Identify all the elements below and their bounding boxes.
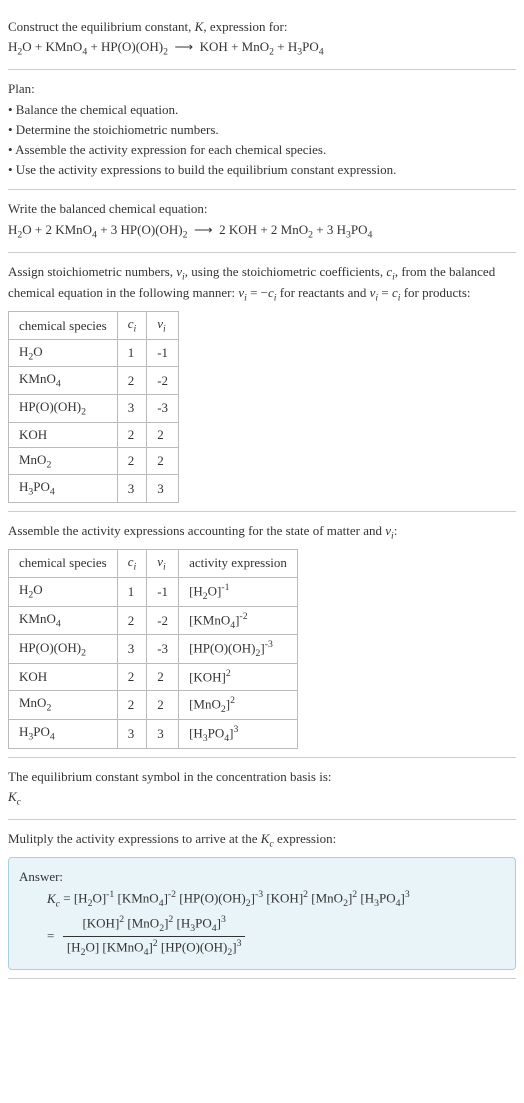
cell-activity: [HP(O)(OH)2]-3 <box>179 635 298 664</box>
plan-bullet: • Balance the chemical equation. <box>8 101 516 119</box>
table-header-row: chemical species ci νi activity expressi… <box>9 550 298 578</box>
question-title: Construct the equilibrium constant, K, e… <box>8 18 516 36</box>
cell-species: H3PO4 <box>9 475 118 503</box>
cell-ci: 2 <box>117 447 147 475</box>
stoich-table: chemical species ci νi H2O1-1 KMnO42-2 H… <box>8 311 179 503</box>
balanced-block: Write the balanced chemical equation: H2… <box>8 190 516 252</box>
cell-species: H2O <box>9 577 118 606</box>
stoich-intro: Assign stoichiometric numbers, νi, using… <box>8 263 516 305</box>
fraction: [KOH]2 [MnO2]2 [H3PO4]3 [H2O] [KMnO4]2 [… <box>63 913 246 959</box>
col-ci: ci <box>117 550 147 578</box>
table-row: HP(O)(OH)23-3 <box>9 395 179 423</box>
fraction-denominator: [H2O] [KMnO4]2 [HP(O)(OH)2]3 <box>63 937 246 960</box>
col-vi: νi <box>147 550 179 578</box>
activity-intro: Assemble the activity expressions accoun… <box>8 522 516 543</box>
cell-vi: -3 <box>147 635 179 664</box>
table-row: HP(O)(OH)23-3[HP(O)(OH)2]-3 <box>9 635 298 664</box>
cell-vi: -2 <box>147 367 179 395</box>
answer-line1: Kc = [H2O]-1 [KMnO4]-2 [HP(O)(OH)2]-3 [K… <box>47 888 505 911</box>
cell-ci: 3 <box>117 475 147 503</box>
cell-vi: -2 <box>147 606 179 635</box>
cell-activity: [MnO2]2 <box>179 690 298 719</box>
balanced-title: Write the balanced chemical equation: <box>8 200 516 218</box>
answer-label: Answer: <box>19 868 505 886</box>
plan-title: Plan: <box>8 80 516 98</box>
cell-ci: 2 <box>117 664 147 690</box>
activity-block: Assemble the activity expressions accoun… <box>8 512 516 758</box>
cell-ci: 3 <box>117 719 147 748</box>
cell-ci: 1 <box>117 339 147 367</box>
cell-activity: [H3PO4]3 <box>179 719 298 748</box>
multiply-intro: Mulitply the activity expressions to arr… <box>8 830 516 851</box>
cell-species: HP(O)(OH)2 <box>9 635 118 664</box>
cell-vi: 3 <box>147 719 179 748</box>
table-row: H2O1-1 <box>9 339 179 367</box>
table-row: H3PO433[H3PO4]3 <box>9 719 298 748</box>
cell-ci: 2 <box>117 606 147 635</box>
table-row: KOH22[KOH]2 <box>9 664 298 690</box>
cell-activity: [KMnO4]-2 <box>179 606 298 635</box>
col-species: chemical species <box>9 312 118 340</box>
cell-vi: 2 <box>147 690 179 719</box>
table-row: KOH22 <box>9 422 179 447</box>
cell-species: H3PO4 <box>9 719 118 748</box>
cell-vi: -1 <box>147 339 179 367</box>
kc-symbol: Kc <box>8 788 516 809</box>
table-row: KMnO42-2[KMnO4]-2 <box>9 606 298 635</box>
plan-bullet: • Determine the stoichiometric numbers. <box>8 121 516 139</box>
multiply-block: Mulitply the activity expressions to arr… <box>8 820 516 979</box>
col-vi: νi <box>147 312 179 340</box>
cell-ci: 1 <box>117 577 147 606</box>
cell-species: KOH <box>9 664 118 690</box>
col-ci: ci <box>117 312 147 340</box>
cell-ci: 3 <box>117 635 147 664</box>
balanced-equation: H2O + 2 KMnO4 + 3 HP(O)(OH)2 ⟶ 2 KOH + 2… <box>8 221 516 242</box>
cell-vi: 2 <box>147 447 179 475</box>
cell-ci: 3 <box>117 395 147 423</box>
cell-activity: [H2O]-1 <box>179 577 298 606</box>
cell-species: H2O <box>9 339 118 367</box>
unbalanced-equation: H2O + KMnO4 + HP(O)(OH)2 ⟶ KOH + MnO2 + … <box>8 38 516 59</box>
cell-activity: [KOH]2 <box>179 664 298 690</box>
cell-ci: 2 <box>117 690 147 719</box>
stoich-block: Assign stoichiometric numbers, νi, using… <box>8 253 516 512</box>
kc-symbol-block: The equilibrium constant symbol in the c… <box>8 758 516 820</box>
table-row: H3PO433 <box>9 475 179 503</box>
activity-table: chemical species ci νi activity expressi… <box>8 549 298 749</box>
answer-line2: = [KOH]2 [MnO2]2 [H3PO4]3 [H2O] [KMnO4]2… <box>47 913 505 959</box>
table-header-row: chemical species ci νi <box>9 312 179 340</box>
plan-bullet: • Use the activity expressions to build … <box>8 161 516 179</box>
plan-bullet: • Assemble the activity expression for e… <box>8 141 516 159</box>
kc-symbol-intro: The equilibrium constant symbol in the c… <box>8 768 516 786</box>
col-activity: activity expression <box>179 550 298 578</box>
plan-block: Plan: • Balance the chemical equation. •… <box>8 70 516 190</box>
question-block: Construct the equilibrium constant, K, e… <box>8 8 516 70</box>
table-row: H2O1-1[H2O]-1 <box>9 577 298 606</box>
cell-species: MnO2 <box>9 447 118 475</box>
cell-vi: -3 <box>147 395 179 423</box>
cell-vi: 2 <box>147 664 179 690</box>
col-species: chemical species <box>9 550 118 578</box>
table-row: MnO222[MnO2]2 <box>9 690 298 719</box>
cell-species: KOH <box>9 422 118 447</box>
cell-vi: -1 <box>147 577 179 606</box>
cell-vi: 2 <box>147 422 179 447</box>
cell-ci: 2 <box>117 367 147 395</box>
cell-vi: 3 <box>147 475 179 503</box>
table-row: KMnO42-2 <box>9 367 179 395</box>
table-row: MnO222 <box>9 447 179 475</box>
cell-species: KMnO4 <box>9 606 118 635</box>
cell-ci: 2 <box>117 422 147 447</box>
cell-species: MnO2 <box>9 690 118 719</box>
cell-species: KMnO4 <box>9 367 118 395</box>
fraction-numerator: [KOH]2 [MnO2]2 [H3PO4]3 <box>63 913 246 937</box>
cell-species: HP(O)(OH)2 <box>9 395 118 423</box>
answer-box: Answer: Kc = [H2O]-1 [KMnO4]-2 [HP(O)(OH… <box>8 857 516 970</box>
